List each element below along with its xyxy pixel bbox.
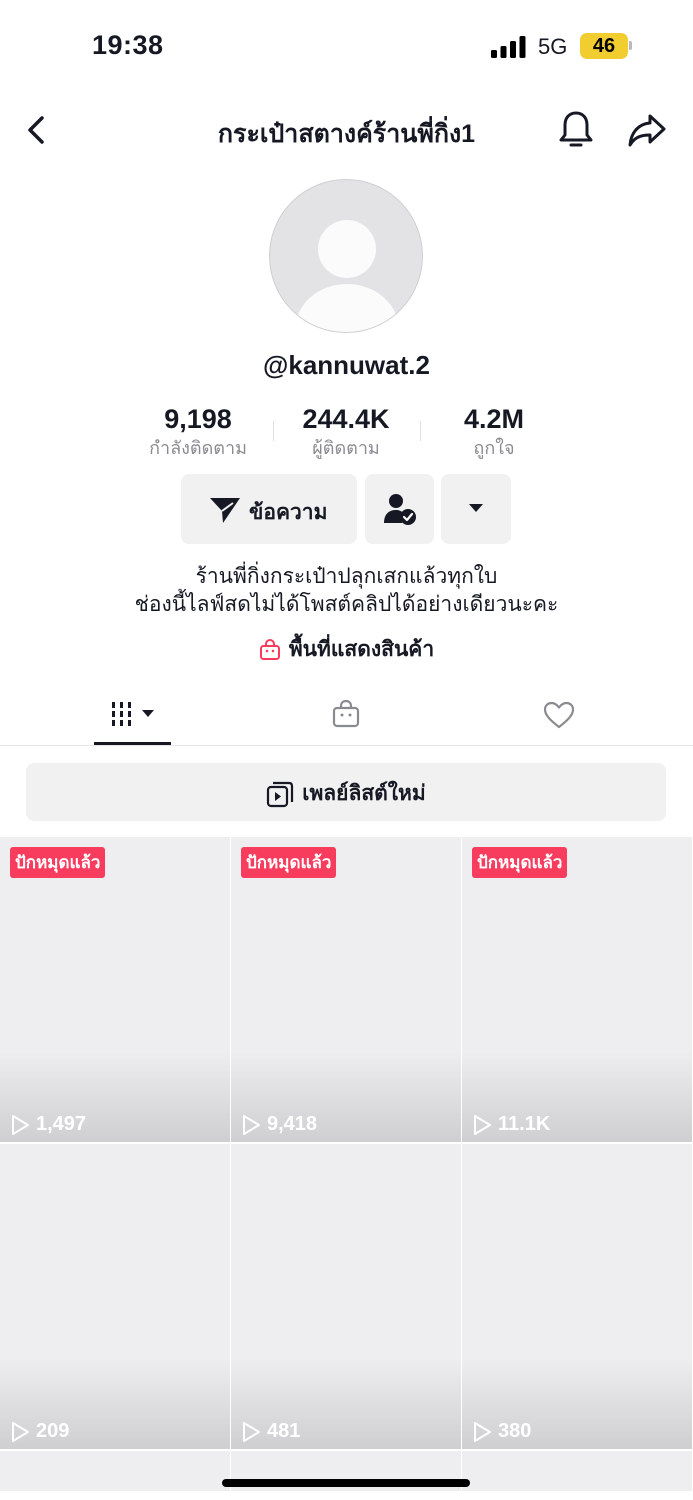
video-thumbnail-partial[interactable] xyxy=(462,1451,692,1491)
pinned-badge: ปักหมุดแล้ว xyxy=(472,847,568,878)
view-count: 1,497 xyxy=(10,1113,86,1136)
view-count-value: 481 xyxy=(267,1420,301,1442)
bio-line: ร้านพี่กิ่งกระเป๋าปลุกเสกแล้วทุกใบ xyxy=(195,565,498,588)
tab-videos[interactable] xyxy=(20,686,251,745)
tab-shop[interactable] xyxy=(231,686,462,745)
battery-icon: 46 xyxy=(580,33,628,59)
chevron-left-icon[interactable] xyxy=(18,110,58,150)
friend-status-button[interactable] xyxy=(365,474,434,544)
stat-followers-value: 244.4K xyxy=(302,404,390,434)
playlist-icon xyxy=(267,781,294,807)
stat-likes[interactable]: 4.2M ถูกใจ xyxy=(434,403,554,461)
message-button[interactable]: ข้อความ xyxy=(181,474,357,544)
battery-nub xyxy=(629,41,632,50)
home-indicator[interactable] xyxy=(222,1479,470,1487)
avatar[interactable] xyxy=(269,179,423,333)
status-time: 19:38 xyxy=(92,30,164,60)
status-bar: 19:38 5G 46 xyxy=(0,0,693,92)
view-count-value: 209 xyxy=(36,1420,70,1442)
video-thumbnail-partial[interactable] xyxy=(0,1451,230,1491)
username: @kannuwat.2 xyxy=(263,350,430,380)
stat-likes-value: 4.2M xyxy=(463,404,525,434)
page-title: กระเป๋าสตางค์ร้านพี่กิ่ง1 xyxy=(217,120,476,148)
send-icon xyxy=(210,498,240,523)
video-thumbnail[interactable]: 481 xyxy=(231,1144,461,1449)
nav-bar: กระเป๋าสตางค์ร้านพี่กิ่ง1 xyxy=(0,92,693,172)
play-outline-icon xyxy=(12,1421,29,1442)
message-button-label: ข้อความ xyxy=(249,501,328,524)
view-count: 209 xyxy=(10,1420,69,1443)
pinned-badge: ปักหมุดแล้ว xyxy=(241,847,337,878)
stat-followers-label: ผู้ติดตาม xyxy=(312,438,380,458)
shopping-bag-icon xyxy=(332,699,360,728)
active-tab-indicator xyxy=(94,742,171,745)
view-count: 481 xyxy=(241,1420,300,1443)
video-thumbnail[interactable]: 380 xyxy=(462,1144,692,1449)
view-count-value: 380 xyxy=(498,1420,532,1442)
stat-following[interactable]: 9,198 กำลังติดตาม xyxy=(138,403,258,461)
heart-icon xyxy=(543,701,575,729)
stat-following-value: 9,198 xyxy=(164,404,232,434)
stat-divider xyxy=(420,421,421,441)
view-count: 380 xyxy=(472,1420,531,1443)
grid-bars-icon xyxy=(112,702,154,726)
tab-liked[interactable] xyxy=(462,686,693,745)
bio-line: ช่องนี้ไลฟ์สดไม่ได้โพสต์คลิปได้อย่างเดีย… xyxy=(134,593,559,616)
user-check-icon xyxy=(384,494,416,525)
view-count: 11.1K xyxy=(472,1113,550,1136)
view-count: 9,418 xyxy=(241,1113,317,1136)
more-options-button[interactable] xyxy=(441,474,511,544)
share-arrow-icon[interactable] xyxy=(626,110,668,150)
default-avatar-icon xyxy=(295,220,399,332)
bell-icon[interactable] xyxy=(556,108,596,152)
profile-actions: ข้อความ xyxy=(0,474,693,544)
network-label: 5G xyxy=(538,34,568,59)
play-outline-icon xyxy=(243,1114,260,1135)
caret-down-icon xyxy=(469,504,483,512)
play-outline-icon xyxy=(243,1421,260,1442)
video-thumbnail[interactable]: ปักหมุดแล้ว 1,497 xyxy=(0,837,230,1142)
showcase-link[interactable]: พื้นที่แสดงสินค้า xyxy=(0,633,693,663)
shopping-bag-icon xyxy=(259,638,280,660)
view-count-value: 9,418 xyxy=(267,1113,318,1135)
view-count-value: 1,497 xyxy=(36,1113,87,1135)
showcase-link-label: พื้นที่แสดงสินค้า xyxy=(288,638,435,661)
stat-followers[interactable]: 244.4K ผู้ติดตาม xyxy=(286,403,406,461)
stat-divider xyxy=(273,421,274,441)
play-outline-icon xyxy=(474,1421,491,1442)
video-thumbnail[interactable]: 209 xyxy=(0,1144,230,1449)
play-outline-icon xyxy=(474,1114,491,1135)
content-tabs xyxy=(0,686,693,746)
pinned-badge: ปักหมุดแล้ว xyxy=(10,847,106,878)
view-count-value: 11.1K xyxy=(498,1113,551,1135)
stat-likes-label: ถูกใจ xyxy=(473,438,515,458)
video-thumbnail[interactable]: ปักหมุดแล้ว 11.1K xyxy=(462,837,692,1142)
new-playlist-label: เพลย์ลิสต์ใหม่ xyxy=(302,782,426,805)
profile-stats: 9,198 กำลังติดตาม 244.4K ผู้ติดตาม 4.2M … xyxy=(0,403,693,463)
new-playlist-button[interactable]: เพลย์ลิสต์ใหม่ xyxy=(26,763,666,821)
profile-bio: ร้านพี่กิ่งกระเป๋าปลุกเสกแล้วทุกใบ ช่องน… xyxy=(0,563,693,619)
video-thumbnail[interactable]: ปักหมุดแล้ว 9,418 xyxy=(231,837,461,1142)
play-outline-icon xyxy=(12,1114,29,1135)
stat-following-label: กำลังติดตาม xyxy=(149,438,247,458)
signal-icon xyxy=(491,36,526,58)
